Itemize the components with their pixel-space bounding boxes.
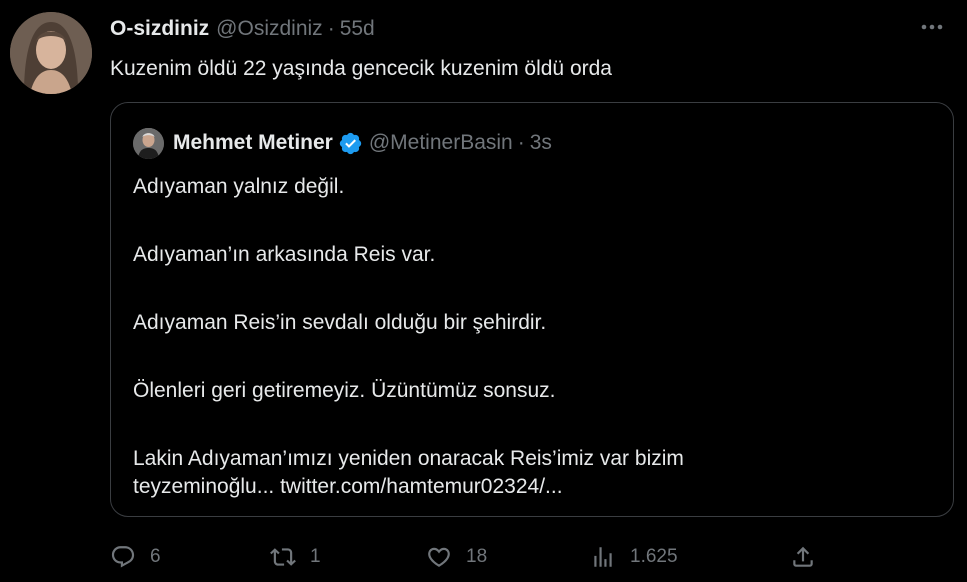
quoted-tweet[interactable]: Mehmet Metiner @MetinerBasin · 3s Adıyam… (110, 102, 954, 517)
quoted-tweet-text: Adıyaman yalnız değil. Adıyaman’ın arkas… (133, 173, 923, 501)
quoted-paragraph: Adıyaman Reis’in sevdalı olduğu bir şehi… (133, 311, 547, 334)
quoted-tweet-header: Mehmet Metiner @MetinerBasin · 3s (133, 127, 552, 159)
tweet[interactable]: O-sizdiniz @Osizdiniz · 55d Kuzenim öldü… (0, 0, 967, 582)
quoted-author-handle[interactable]: @MetinerBasin (369, 131, 513, 155)
quoted-header-separator: · (517, 131, 525, 154)
quoted-line: Lakin Adıyaman’ımızı yeniden onaracak Re… (133, 447, 684, 470)
reply-count: 6 (150, 546, 161, 567)
quoted-author-avatar[interactable] (133, 127, 164, 159)
views-chart-icon (594, 547, 612, 567)
author-avatar[interactable] (10, 12, 92, 94)
share-icon (793, 546, 813, 567)
tweet-header: O-sizdiniz @Osizdiniz · 55d (110, 17, 375, 45)
views-count: 1.625 (630, 546, 678, 567)
reply-icon (111, 546, 135, 568)
views-button[interactable]: 1.625 (590, 540, 678, 574)
like-count: 18 (466, 546, 488, 567)
verified-badge-icon (338, 131, 363, 156)
quoted-link-line[interactable]: teyzeminoğlu... twitter.com/hamtemur0232… (133, 473, 923, 501)
retweet-icon (270, 548, 296, 566)
more-options-button[interactable] (915, 14, 949, 44)
author-name[interactable]: O-sizdiniz (110, 17, 209, 41)
quoted-paragraph: Ölenleri geri getiremeyiz. Üzüntümüz son… (133, 379, 556, 402)
quoted-paragraph: Adıyaman’ın arkasında Reis var. (133, 243, 436, 266)
author-avatar-image (10, 12, 92, 94)
quoted-paragraph-last: Lakin Adıyaman’ımızı yeniden onaracak Re… (133, 445, 923, 501)
quoted-author-name[interactable]: Mehmet Metiner (173, 131, 333, 155)
tweet-actions-bar: 6 1 18 1.625 (110, 540, 830, 574)
more-horizontal-icon (921, 24, 943, 30)
reply-button[interactable]: 6 (110, 540, 161, 574)
tweet-text: Kuzenim öldü 22 yaşında gencecik kuzenim… (110, 57, 612, 80)
header-separator: · (327, 17, 335, 40)
retweet-button[interactable]: 1 (270, 540, 321, 574)
author-handle[interactable]: @Osizdiniz (216, 17, 323, 41)
like-button[interactable]: 18 (426, 540, 487, 574)
heart-icon (428, 547, 450, 567)
quoted-author-avatar-image (133, 127, 164, 159)
retweet-count: 1 (310, 546, 321, 567)
share-button[interactable] (790, 540, 816, 574)
quoted-tweet-time[interactable]: 3s (530, 131, 552, 155)
quoted-paragraph: Adıyaman yalnız değil. (133, 175, 345, 198)
tweet-time[interactable]: 55d (340, 17, 375, 41)
